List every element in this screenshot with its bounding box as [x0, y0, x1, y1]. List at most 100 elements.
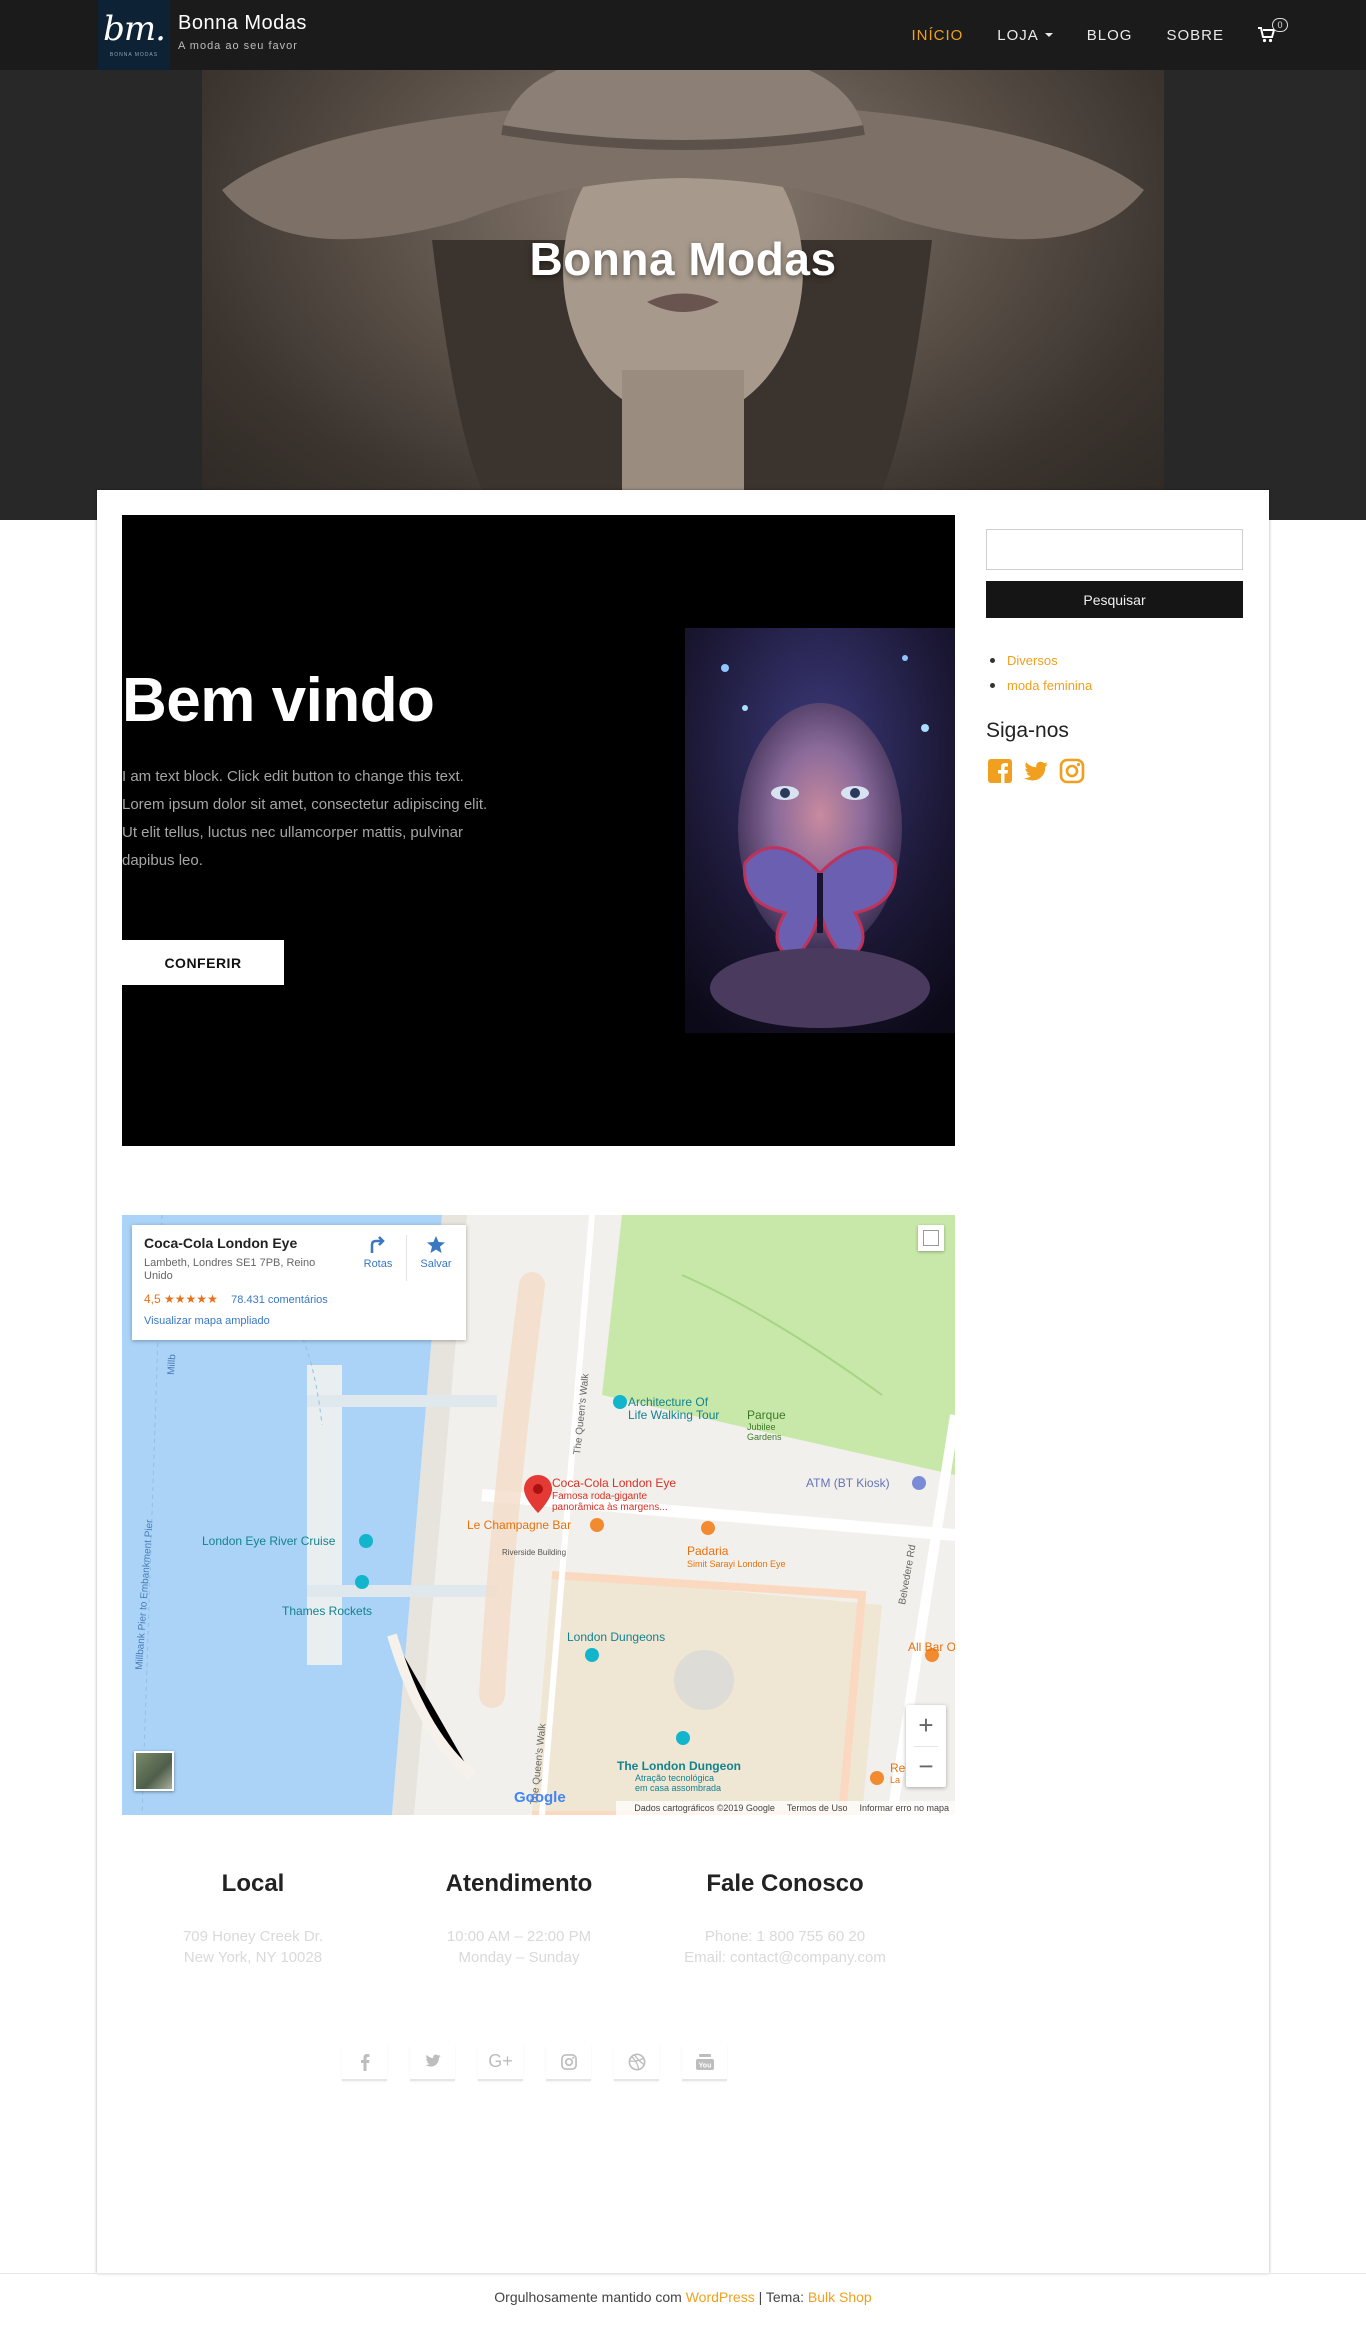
- directions-label: Rotas: [363, 1258, 393, 1270]
- youtube-glyph-text: You: [698, 2062, 711, 2069]
- info-local-line1: 709 Honey Creek Dr.: [182, 1928, 324, 1945]
- info-local: Local 709 Honey Creek Dr. New York, NY 1…: [143, 1870, 363, 1966]
- nav-loja[interactable]: LOJA: [997, 27, 1053, 44]
- category-moda-feminina[interactable]: moda feminina: [986, 673, 1092, 698]
- street-view-thumbnail[interactable]: [134, 1751, 174, 1791]
- social-links-sidebar: [986, 757, 1094, 785]
- map-fullscreen-button[interactable]: [918, 1225, 944, 1251]
- map-label-la: La: [890, 1775, 900, 1785]
- youtube-footer-icon[interactable]: You: [682, 2044, 727, 2081]
- map-label-belvedere: Belvedere Rd: [897, 1544, 918, 1606]
- cart-count-badge: 0: [1272, 18, 1288, 32]
- category-list: Diversos moda feminina: [986, 648, 1092, 698]
- map-place-rating: 4,5 ★★★★★ 78.431 comentários: [144, 1292, 328, 1306]
- footer-divider: [0, 2273, 1366, 2274]
- map-label-re: Re: [890, 1761, 906, 1775]
- hero-title: Bonna Modas: [529, 233, 837, 285]
- site-tagline: A moda ao seu favor: [178, 40, 298, 52]
- google-logo: Google: [514, 1789, 566, 1806]
- site-title[interactable]: Bonna Modas: [178, 12, 307, 35]
- map-zoom-controls: + −: [906, 1705, 946, 1787]
- welcome-section: Bem vindo I am text block. Click edit bu…: [122, 515, 955, 1146]
- info-atendimento-title: Atendimento: [445, 1870, 593, 1897]
- map-report-error-link[interactable]: Informar erro no mapa: [859, 1803, 949, 1813]
- hero-banner: Bonna Modas: [0, 70, 1366, 520]
- map-label-champagne: Le Champagne Bar: [467, 1518, 571, 1532]
- painted-face-butterfly-illustration: [685, 628, 955, 1033]
- footer-prefix: Orgulhosamente mantido com: [494, 2289, 686, 2305]
- map-label-main-pin-sub1: Famosa roda-gigante: [552, 1491, 647, 1502]
- dribbble-glyph-icon: [628, 2053, 645, 2070]
- save-place-button[interactable]: Salvar: [412, 1235, 460, 1270]
- map-label-dungeon2: The London Dungeon: [617, 1759, 741, 1773]
- follow-us-title: Siga-nos: [986, 719, 1069, 742]
- google-plus-footer-icon[interactable]: G+: [478, 2044, 523, 2081]
- instagram-footer-icon[interactable]: [546, 2044, 591, 2081]
- dribbble-footer-icon[interactable]: [614, 2044, 659, 2081]
- footer-separator: | Tema:: [754, 2289, 808, 2305]
- rating-stars-icon: ★★★★★: [164, 1292, 218, 1306]
- view-larger-map-link[interactable]: Visualizar mapa ampliado: [144, 1315, 270, 1327]
- google-map[interactable]: Coca-Cola London Eye Famosa roda-gigante…: [122, 1215, 955, 1815]
- social-links-footer: G+ You: [342, 2044, 750, 2081]
- footer-wordpress-link[interactable]: WordPress: [686, 2289, 755, 2305]
- nav-loja-label: LOJA: [997, 26, 1039, 44]
- twitter-icon[interactable]: [1022, 757, 1050, 785]
- cart-button[interactable]: 0: [1258, 18, 1288, 43]
- facebook-icon[interactable]: [986, 757, 1014, 785]
- category-diversos[interactable]: Diversos: [986, 648, 1092, 673]
- twitter-footer-icon[interactable]: [410, 2044, 455, 2081]
- google-logo-text: Google: [514, 1789, 566, 1806]
- map-label-atm: ATM (BT Kiosk): [806, 1476, 890, 1490]
- map-label-dungeons: London Dungeons: [567, 1630, 665, 1644]
- instagram-icon[interactable]: [1058, 757, 1086, 785]
- map-label-dungeon-sub1: Atração tecnológica: [635, 1773, 714, 1783]
- map-label-river-cruise: London Eye River Cruise: [202, 1534, 336, 1548]
- nav-inicio[interactable]: INÍCIO: [911, 27, 963, 44]
- welcome-text: I am text block. Click edit button to ch…: [122, 768, 488, 869]
- map-card-divider: [406, 1235, 407, 1281]
- nav-sobre[interactable]: SOBRE: [1166, 27, 1224, 44]
- hero-image: [202, 70, 1164, 520]
- nav-blog[interactable]: BLOG: [1087, 27, 1133, 44]
- map-label-riverside: Riverside Building: [502, 1548, 566, 1557]
- map-label-simit: Simit Sarayi London Eye: [687, 1559, 786, 1569]
- conferir-button[interactable]: CONFERIR: [122, 940, 284, 985]
- logo-mark: bm.: [103, 9, 166, 49]
- facebook-glyph-icon: [360, 2053, 369, 2071]
- welcome-title: Bem vindo: [122, 666, 435, 735]
- map-label-architecture: Architecture Of: [628, 1395, 709, 1409]
- info-fale-conosco-title: Fale Conosco: [706, 1870, 864, 1897]
- main-menu: INÍCIO LOJA BLOG SOBRE 0: [877, 0, 1288, 70]
- zoom-divider: [914, 1746, 938, 1747]
- map-label-main-pin-sub2: panorâmica às margens...: [552, 1502, 668, 1513]
- butterfly-face-image: [685, 628, 955, 1033]
- site-logo[interactable]: bm. BONNA MODAS: [98, 0, 170, 70]
- footer-theme-link[interactable]: Bulk Shop: [808, 2289, 872, 2305]
- fullscreen-icon: [923, 1230, 939, 1246]
- map-label-dungeon-sub2: em casa assombrada: [635, 1783, 721, 1793]
- map-attribution-bar: Dados cartográficos ©2019 Google Termos …: [616, 1801, 955, 1815]
- brand[interactable]: Bonna Modas A moda ao seu favor: [178, 12, 307, 52]
- directions-icon: [370, 1236, 385, 1253]
- star-icon: [427, 1236, 445, 1253]
- twitter-glyph-icon: [424, 2054, 441, 2067]
- directions-button[interactable]: Rotas: [354, 1235, 402, 1270]
- map-terms-link[interactable]: Termos de Uso: [787, 1803, 848, 1813]
- search-input[interactable]: [986, 529, 1243, 570]
- map-reviews-link[interactable]: 78.431 comentários: [231, 1294, 328, 1306]
- search-button[interactable]: Pesquisar: [986, 581, 1243, 618]
- info-phone: Phone: 1 800 755 60 20: [704, 1928, 866, 1945]
- youtube-glyph-icon: You: [695, 2053, 714, 2070]
- info-fale-conosco: Fale Conosco Phone: 1 800 755 60 20 Emai…: [675, 1870, 895, 1966]
- zoom-out-button[interactable]: −: [906, 1746, 946, 1787]
- facebook-footer-icon[interactable]: [342, 2044, 387, 2081]
- map-label-main-pin: Coca-Cola London Eye: [552, 1476, 676, 1490]
- info-email: Email: contact@company.com: [684, 1949, 886, 1966]
- zoom-in-button[interactable]: +: [906, 1705, 946, 1746]
- info-atendimento-line1: 10:00 AM – 22:00 PM: [446, 1928, 592, 1945]
- info-local-title: Local: [221, 1870, 285, 1897]
- caret-down-icon: [1044, 33, 1053, 37]
- save-place-label: Salvar: [420, 1258, 452, 1270]
- map-place-card: Coca-Cola London Eye Lambeth, Londres SE…: [132, 1225, 466, 1340]
